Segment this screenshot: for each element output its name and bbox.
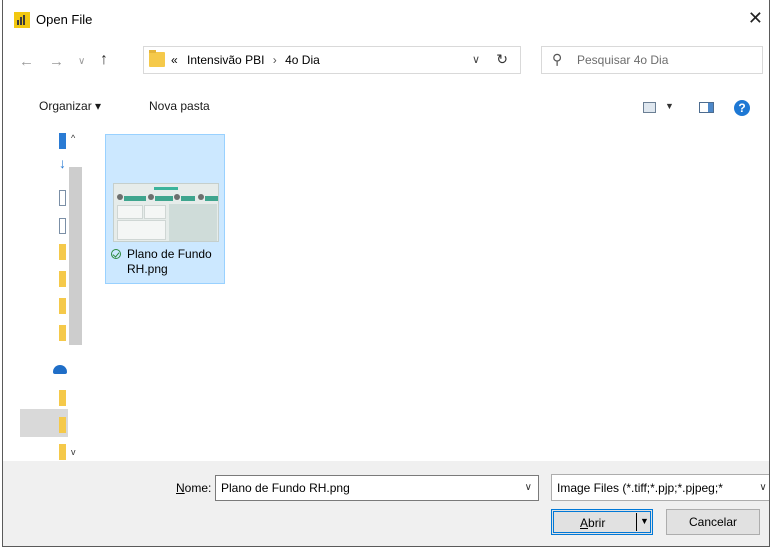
cancel-button[interactable]: Cancelar (666, 509, 760, 535)
file-item[interactable]: Plano de Fundo RH.png (105, 134, 225, 284)
search-input[interactable]: ⚲ Pesquisar 4o Dia (541, 46, 763, 74)
folder-icon[interactable] (59, 298, 66, 314)
document-icon[interactable] (59, 190, 66, 206)
folder-icon[interactable] (59, 417, 66, 433)
chevron-down-icon[interactable]: ∨ (756, 475, 769, 500)
breadcrumb-separator[interactable]: › (273, 53, 277, 67)
file-name-input[interactable]: Plano de Fundo RH.png ∨ (215, 475, 539, 501)
folder-icon[interactable] (59, 244, 66, 260)
image-thumbnail (113, 183, 219, 242)
breadcrumb: « Intensivão PBI › 4o Dia (171, 53, 320, 67)
file-list: Plano de Fundo RH.png (83, 133, 769, 461)
folder-icon[interactable] (59, 444, 66, 460)
up-arrow-icon[interactable]: ↑ (100, 51, 108, 69)
folder-icon[interactable] (59, 390, 66, 406)
file-type-value: Image Files (*.tiff;*.pjp;*.pjpeg;* (557, 481, 723, 495)
navigation-pane: ↓ ^ v (3, 133, 83, 461)
open-button-divider (636, 513, 637, 531)
folder-icon (149, 50, 165, 67)
preview-pane-icon[interactable] (699, 102, 714, 113)
close-icon[interactable]: ✕ (748, 8, 763, 29)
folder-icon[interactable] (59, 271, 66, 287)
file-name-panel: Nome: Plano de Fundo RH.png ∨ Image File… (3, 461, 769, 546)
new-folder-button[interactable]: Nova pasta (149, 99, 210, 113)
breadcrumb-item-4o-dia[interactable]: 4o Dia (285, 53, 320, 67)
chevron-down-icon[interactable]: ∨ (525, 482, 532, 493)
navigation-bar: ← → ∨ ↑ « Intensivão PBI › 4o Dia ∨ ↻ ⚲ … (3, 38, 769, 82)
open-button-label: Abrir (580, 516, 606, 530)
document-icon[interactable] (59, 218, 66, 234)
quick-access-folder-icon[interactable] (59, 133, 66, 149)
open-button[interactable]: Abrir ▼ (551, 509, 653, 535)
scrollbar-thumb[interactable] (69, 167, 82, 345)
title-bar: Open File ✕ (3, 0, 769, 38)
window-title: Open File (36, 12, 93, 27)
open-options-caret-icon[interactable]: ▼ (640, 516, 649, 526)
folder-icon[interactable] (59, 325, 66, 341)
view-options-caret-icon[interactable]: ▼ (665, 101, 674, 111)
command-toolbar: Organizar ▾ Nova pasta ▼ ? (3, 90, 769, 126)
open-file-dialog: Open File ✕ ← → ∨ ↑ « Intensivão PBI › 4… (2, 0, 770, 547)
downloads-icon[interactable]: ↓ (59, 155, 66, 171)
help-icon[interactable]: ? (734, 100, 750, 116)
breadcrumb-overflow[interactable]: « (171, 53, 178, 67)
forward-arrow-icon[interactable]: → (49, 53, 64, 70)
synced-check-icon (111, 249, 121, 259)
back-arrow-icon[interactable]: ← (19, 53, 34, 70)
refresh-icon[interactable]: ↻ (496, 51, 508, 68)
navpane-scrollbar[interactable]: ^ v (68, 133, 83, 461)
change-view-icon[interactable] (643, 102, 656, 113)
breadcrumb-item-intensivao[interactable]: Intensivão PBI (187, 53, 264, 67)
file-name: Plano de Fundo RH.png (127, 247, 212, 276)
onedrive-cloud-icon[interactable] (53, 365, 67, 374)
powerbi-icon (14, 12, 30, 28)
search-icon: ⚲ (552, 51, 563, 67)
search-placeholder: Pesquisar 4o Dia (577, 53, 669, 67)
address-bar[interactable]: « Intensivão PBI › 4o Dia ∨ ↻ (143, 46, 521, 74)
file-type-select[interactable]: Image Files (*.tiff;*.pjp;*.pjpeg;* ∨ (551, 474, 769, 501)
file-name-label: Nome: (176, 481, 212, 495)
chevron-down-icon[interactable]: ∨ (472, 53, 480, 66)
organize-button[interactable]: Organizar ▾ (39, 99, 101, 113)
file-name-value: Plano de Fundo RH.png (221, 481, 350, 495)
scroll-down-icon[interactable]: v (71, 447, 76, 457)
recent-locations-icon[interactable]: ∨ (78, 56, 85, 67)
scroll-up-icon[interactable]: ^ (71, 133, 75, 143)
